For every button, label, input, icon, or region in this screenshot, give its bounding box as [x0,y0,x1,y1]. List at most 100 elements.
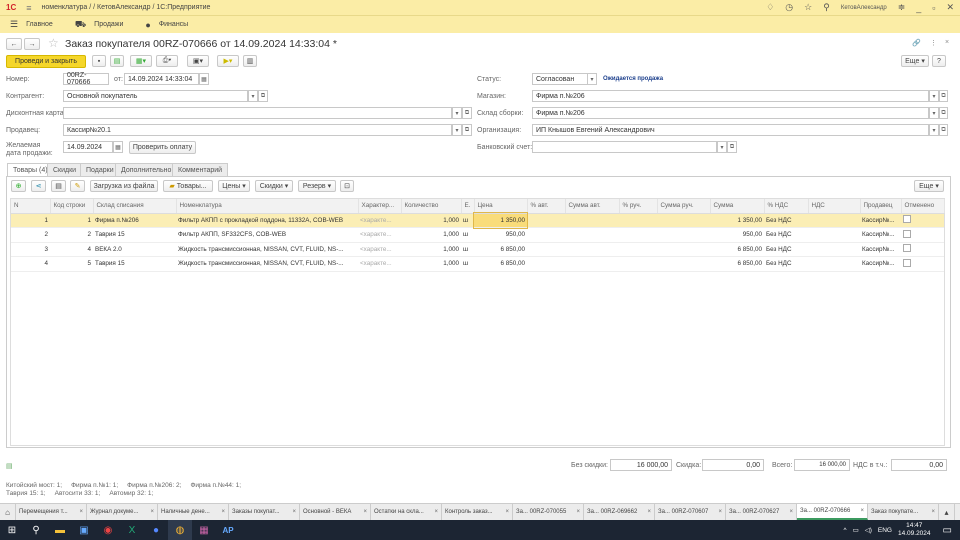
menu-main[interactable]: ☰ Главное [10,19,53,30]
table-cell[interactable] [808,256,860,272]
settings-icon[interactable]: ≑ [898,2,906,13]
favorite-star-icon[interactable]: ☆ [48,36,59,50]
seller-field[interactable]: Кассир№20.1 [63,124,452,136]
table-cell[interactable]: Кассир№... [860,227,901,243]
table-cell[interactable]: ш [461,242,474,257]
table-cell[interactable]: 6 850,00 [710,256,764,272]
table-cell[interactable] [657,213,710,228]
table-cell[interactable]: 2 [11,227,50,243]
user-name[interactable]: КетовАлександр [841,5,887,11]
shop-field[interactable]: Фирма п.№206 [532,90,929,102]
search-icon[interactable]: ⚲ [823,2,830,13]
wish-date-field[interactable]: 14.09.2024 [63,141,113,153]
tab-gifts[interactable]: Подарки [80,163,120,176]
table-cell[interactable]: ВЕКА 2.0 [93,242,176,257]
table-cell[interactable]: Кассир№... [860,213,901,228]
table-cell[interactable] [619,227,657,243]
window-tab[interactable]: За... 00RZ-070627 × [726,504,797,520]
reports-icon[interactable]: ▣▾ [187,55,209,67]
chevron-down-icon[interactable]: ▾ [929,124,939,136]
table-cell[interactable] [901,242,944,257]
table-cell[interactable] [527,213,565,228]
add-row-icon[interactable]: ⊕ [11,180,26,192]
column-header[interactable]: % авт. [527,199,566,214]
copy-row-icon[interactable]: ⋖ [31,180,46,192]
post-icon[interactable]: ▤ [110,55,124,67]
table-row[interactable]: 1 1 Фирма п.№206 Фильтр АКПП с прокладкой п… [11,212,944,229]
table-cell[interactable]: 1,000 [401,256,461,272]
table-cell[interactable]: 4 [11,256,50,272]
tab-discounts[interactable]: Скидки [47,163,83,176]
column-header[interactable]: Цена [474,199,528,214]
column-header[interactable]: Е. [461,199,475,214]
table-cell[interactable]: 4 [50,242,93,257]
table-cell[interactable] [565,256,619,272]
table-cell[interactable]: 5 [50,256,93,272]
cancelled-checkbox[interactable] [903,244,911,253]
table-cell[interactable] [808,227,860,243]
table-cell[interactable]: 1 350,00 [710,213,764,228]
column-header[interactable]: Сумма [710,199,765,214]
windows-start-icon[interactable]: ⊞ [0,520,24,540]
bell-icon[interactable]: ♢ [766,2,774,13]
column-header[interactable]: Отменено [901,199,945,214]
organization-field[interactable]: ИП Кнышов Евгений Александрович [532,124,929,136]
more-vertical-icon[interactable]: ⋮ [930,39,937,47]
menu-icon[interactable]: ≡ [26,3,31,13]
close-tab-icon[interactable]: × [789,509,793,515]
table-cell[interactable]: <характе... [358,227,401,243]
structure-icon[interactable]: ▥ [243,55,257,67]
table-cell[interactable]: Таврия 15 [93,256,176,272]
column-header[interactable]: Код строки [50,199,94,214]
cancelled-checkbox[interactable] [903,215,911,224]
chevron-down-icon[interactable]: ▾ [587,73,597,85]
window-tab[interactable]: За... 00RZ-070666 × [797,504,868,520]
window-tab[interactable]: За... 00RZ-070607 × [655,504,726,520]
window-tab[interactable]: Контроль заказ... × [442,504,513,520]
table-cell[interactable] [657,227,710,243]
table-cell[interactable] [565,227,619,243]
open-icon[interactable]: ⧉ [258,90,268,102]
window-tab[interactable]: Наличные дене... × [158,504,229,520]
column-header[interactable]: Количество [401,199,462,214]
number-field[interactable]: 00RZ-070666 [63,72,109,86]
table-cell[interactable] [527,256,565,272]
table-cell[interactable]: Без НДС [764,227,808,243]
forward-button[interactable]: → [24,38,40,50]
table-cell[interactable]: Без НДС [764,213,808,228]
excel-icon[interactable]: X [120,520,144,540]
open-icon[interactable]: ⧉ [462,124,472,136]
chevron-down-icon[interactable]: ▾ [929,90,939,102]
column-header[interactable]: Сумма руч. [657,199,711,214]
tab-additional[interactable]: Дополнительно [115,163,178,176]
table-cell[interactable]: Фильтр АКПП с прокладкой поддона, 11332A… [176,213,358,228]
close-form-icon[interactable]: × [945,39,949,46]
table-cell[interactable]: 2 [50,227,93,243]
stock-info-icon[interactable]: ▤ [6,462,13,470]
close-tab-icon[interactable]: × [150,509,154,515]
date-field[interactable]: 14.09.2024 14:33:04 [124,73,199,85]
table-cell[interactable] [619,256,657,272]
table-cell[interactable] [808,242,860,257]
menu-sales[interactable]: ⛟ Продажи [75,19,124,31]
table-cell[interactable]: Жидкость трансмиссионная, NISSAN, CVT, F… [176,242,358,257]
winrar-icon[interactable]: ▦ [192,520,216,540]
maximize-button[interactable]: ▫ [932,3,935,13]
table-cell[interactable]: Жидкость трансмиссионная, NISSAN, CVT, F… [176,256,358,272]
window-tab[interactable]: Заказы покупат... × [229,504,300,520]
link-icon[interactable]: 🔗 [912,39,921,47]
table-cell[interactable]: Фильтр АКПП, SF332CFS, COB-WEB [176,227,358,243]
notifications-icon[interactable]: ▭ [943,525,952,536]
open-icon[interactable]: ⧉ [939,90,948,102]
file-explorer-icon[interactable]: ▬ [48,520,72,540]
window-tab[interactable]: За... 00RZ-069662 × [584,504,655,520]
open-icon[interactable]: ⧉ [462,107,472,119]
close-tab-icon[interactable]: × [79,509,83,515]
language-indicator[interactable]: ENG [878,527,892,534]
related-docs-icon[interactable]: ▶▾ [217,55,239,67]
discount-card-field[interactable] [63,107,452,119]
table-cell[interactable]: Кассир№... [860,256,901,272]
open-icon[interactable]: ⧉ [727,141,737,153]
window-tab[interactable]: Перемещения т... × [16,504,87,520]
table-cell[interactable] [565,213,619,228]
